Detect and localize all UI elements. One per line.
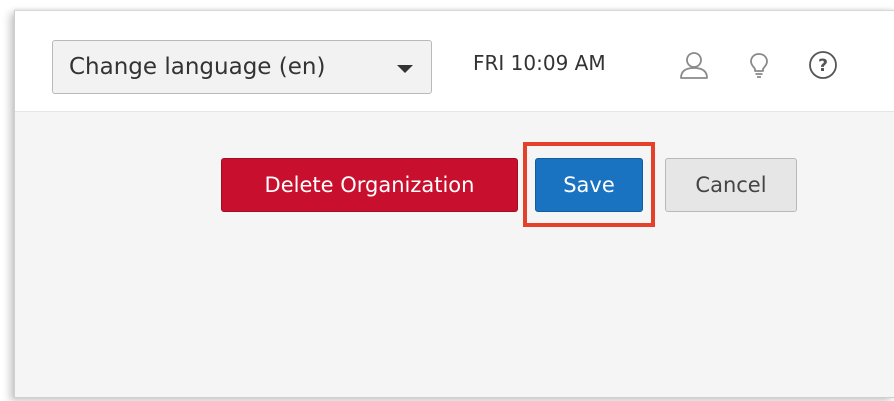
cancel-button[interactable]: Cancel xyxy=(665,158,797,212)
chevron-down-icon xyxy=(397,65,413,73)
clock-text: FRI 10:09 AM xyxy=(473,51,606,75)
svg-text:?: ? xyxy=(818,56,828,76)
settings-window: Change language (en) FRI 10:09 AM ? Dele… xyxy=(14,10,894,398)
help-icon[interactable]: ? xyxy=(807,49,839,81)
delete-organization-button[interactable]: Delete Organization xyxy=(221,158,518,212)
lightbulb-icon[interactable] xyxy=(743,49,775,81)
top-bar: Change language (en) FRI 10:09 AM ? xyxy=(15,11,894,112)
user-icon[interactable] xyxy=(678,49,710,81)
language-select[interactable]: Change language (en) xyxy=(52,40,432,94)
language-select-label: Change language (en) xyxy=(69,54,326,80)
save-button[interactable]: Save xyxy=(535,158,643,212)
